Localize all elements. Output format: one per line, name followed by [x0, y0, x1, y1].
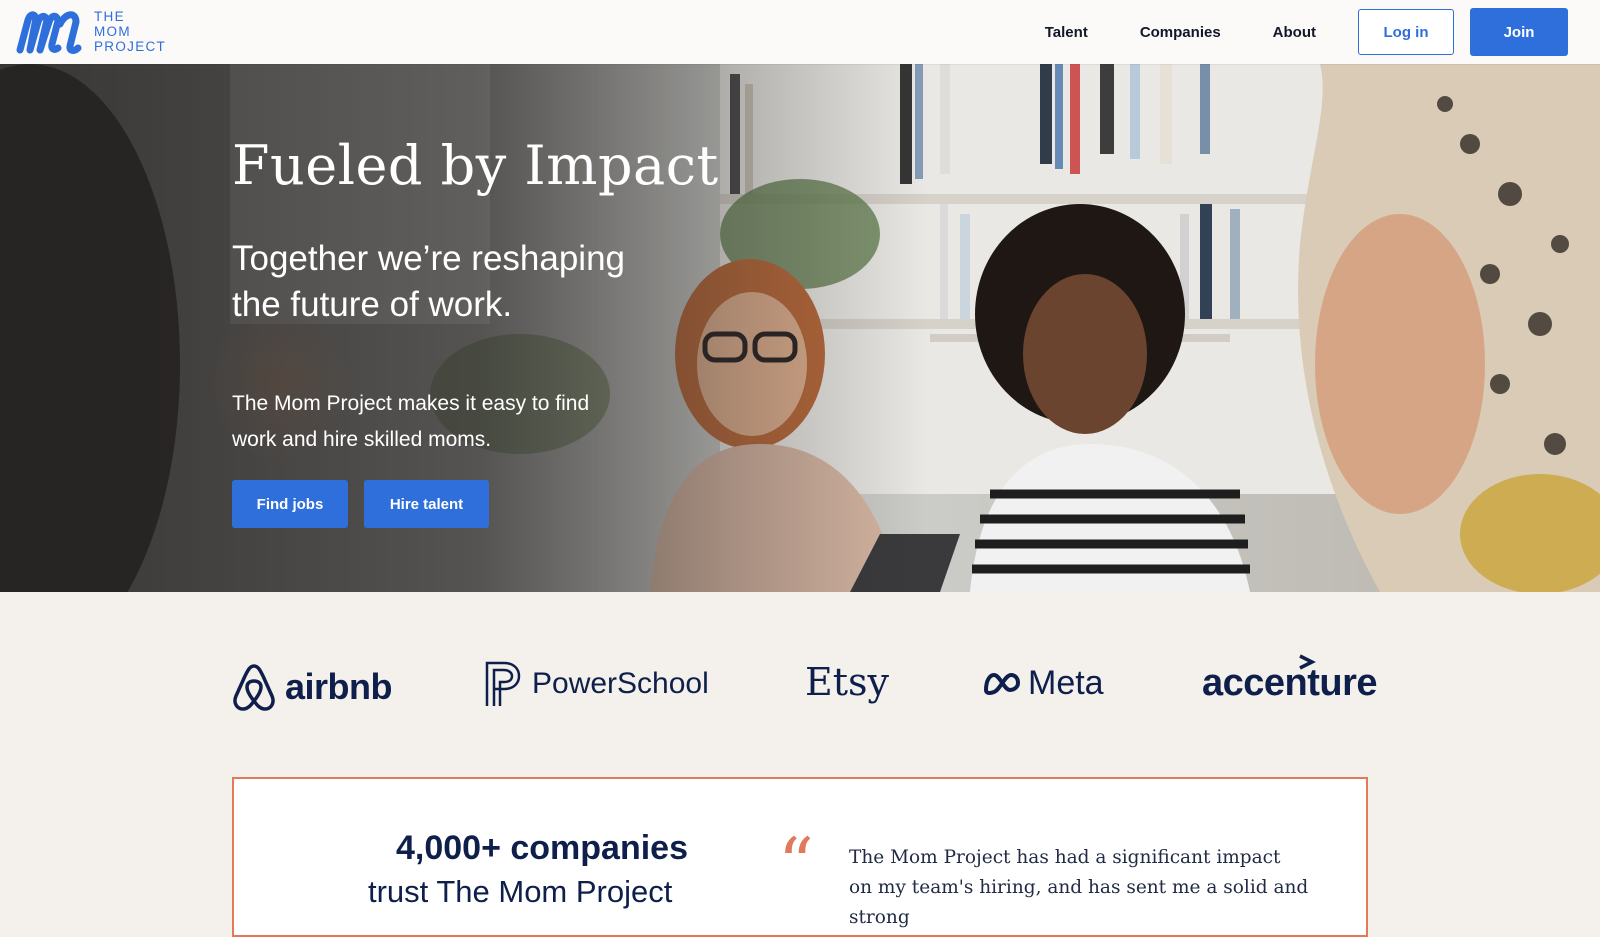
meta-infinity-icon	[984, 672, 1020, 695]
nav-companies-link[interactable]: Companies	[1140, 24, 1221, 41]
m-logo-icon	[16, 11, 82, 54]
etsy-logo: Etsy	[805, 660, 889, 704]
airbnb-logo: airbnb	[231, 662, 393, 712]
accenture-logo: accenture	[1202, 654, 1378, 705]
airbnb-belo-icon	[233, 664, 275, 711]
accenture-wordmark: accenture	[1202, 662, 1378, 704]
testimonial-card: 4,000+ companies trust The Mom Project “…	[232, 777, 1368, 937]
logo-line-the: THE	[94, 8, 125, 24]
powerschool-p-icon	[485, 661, 521, 706]
nav-about-link[interactable]: About	[1273, 24, 1316, 41]
airbnb-wordmark: airbnb	[285, 666, 393, 707]
find-jobs-button[interactable]: Find jobs	[232, 480, 348, 528]
the-mom-project-logo[interactable]: THE MOM PROJECT	[16, 8, 166, 54]
login-button[interactable]: Log in	[1358, 9, 1454, 55]
powerschool-logo: PowerSchool	[484, 660, 709, 708]
quote-mark-icon: “	[778, 823, 814, 905]
site-header: THE MOM PROJECT Talent Companies About L…	[0, 0, 1600, 64]
meta-logo: Meta	[982, 664, 1104, 703]
hero-title: Fueled by Impact	[232, 134, 719, 197]
logo-line-project: PROJECT	[94, 38, 167, 54]
companies-stat-count: 4,000+ companies	[395, 829, 688, 867]
accenture-chevron-icon	[1299, 654, 1316, 670]
hero-subtitle: Together we’re reshaping the future of w…	[232, 239, 626, 324]
nav-talent-link[interactable]: Talent	[1045, 24, 1088, 41]
hero-section: Fueled by Impact Together we’re reshapin…	[0, 64, 1600, 592]
powerschool-wordmark: PowerSchool	[532, 667, 709, 700]
etsy-wordmark: Etsy	[805, 660, 889, 704]
join-button[interactable]: Join	[1470, 8, 1568, 56]
testimonial-quote: The Mom Project has had a significant im…	[849, 847, 1309, 928]
hire-talent-button[interactable]: Hire talent	[364, 480, 489, 528]
logo-line-mom: MOM	[94, 23, 131, 39]
companies-stat-subtitle: trust The Mom Project	[368, 874, 673, 909]
main-nav: Talent Companies About Log in Join	[1045, 0, 1600, 64]
hero-description: The Mom Project makes it easy to find wo…	[232, 392, 590, 451]
meta-wordmark: Meta	[1028, 664, 1104, 702]
logo-wordmark: THE MOM PROJECT	[94, 9, 166, 54]
client-logos-strip: airbnb PowerSchool Etsy Meta accenture	[0, 592, 1600, 778]
